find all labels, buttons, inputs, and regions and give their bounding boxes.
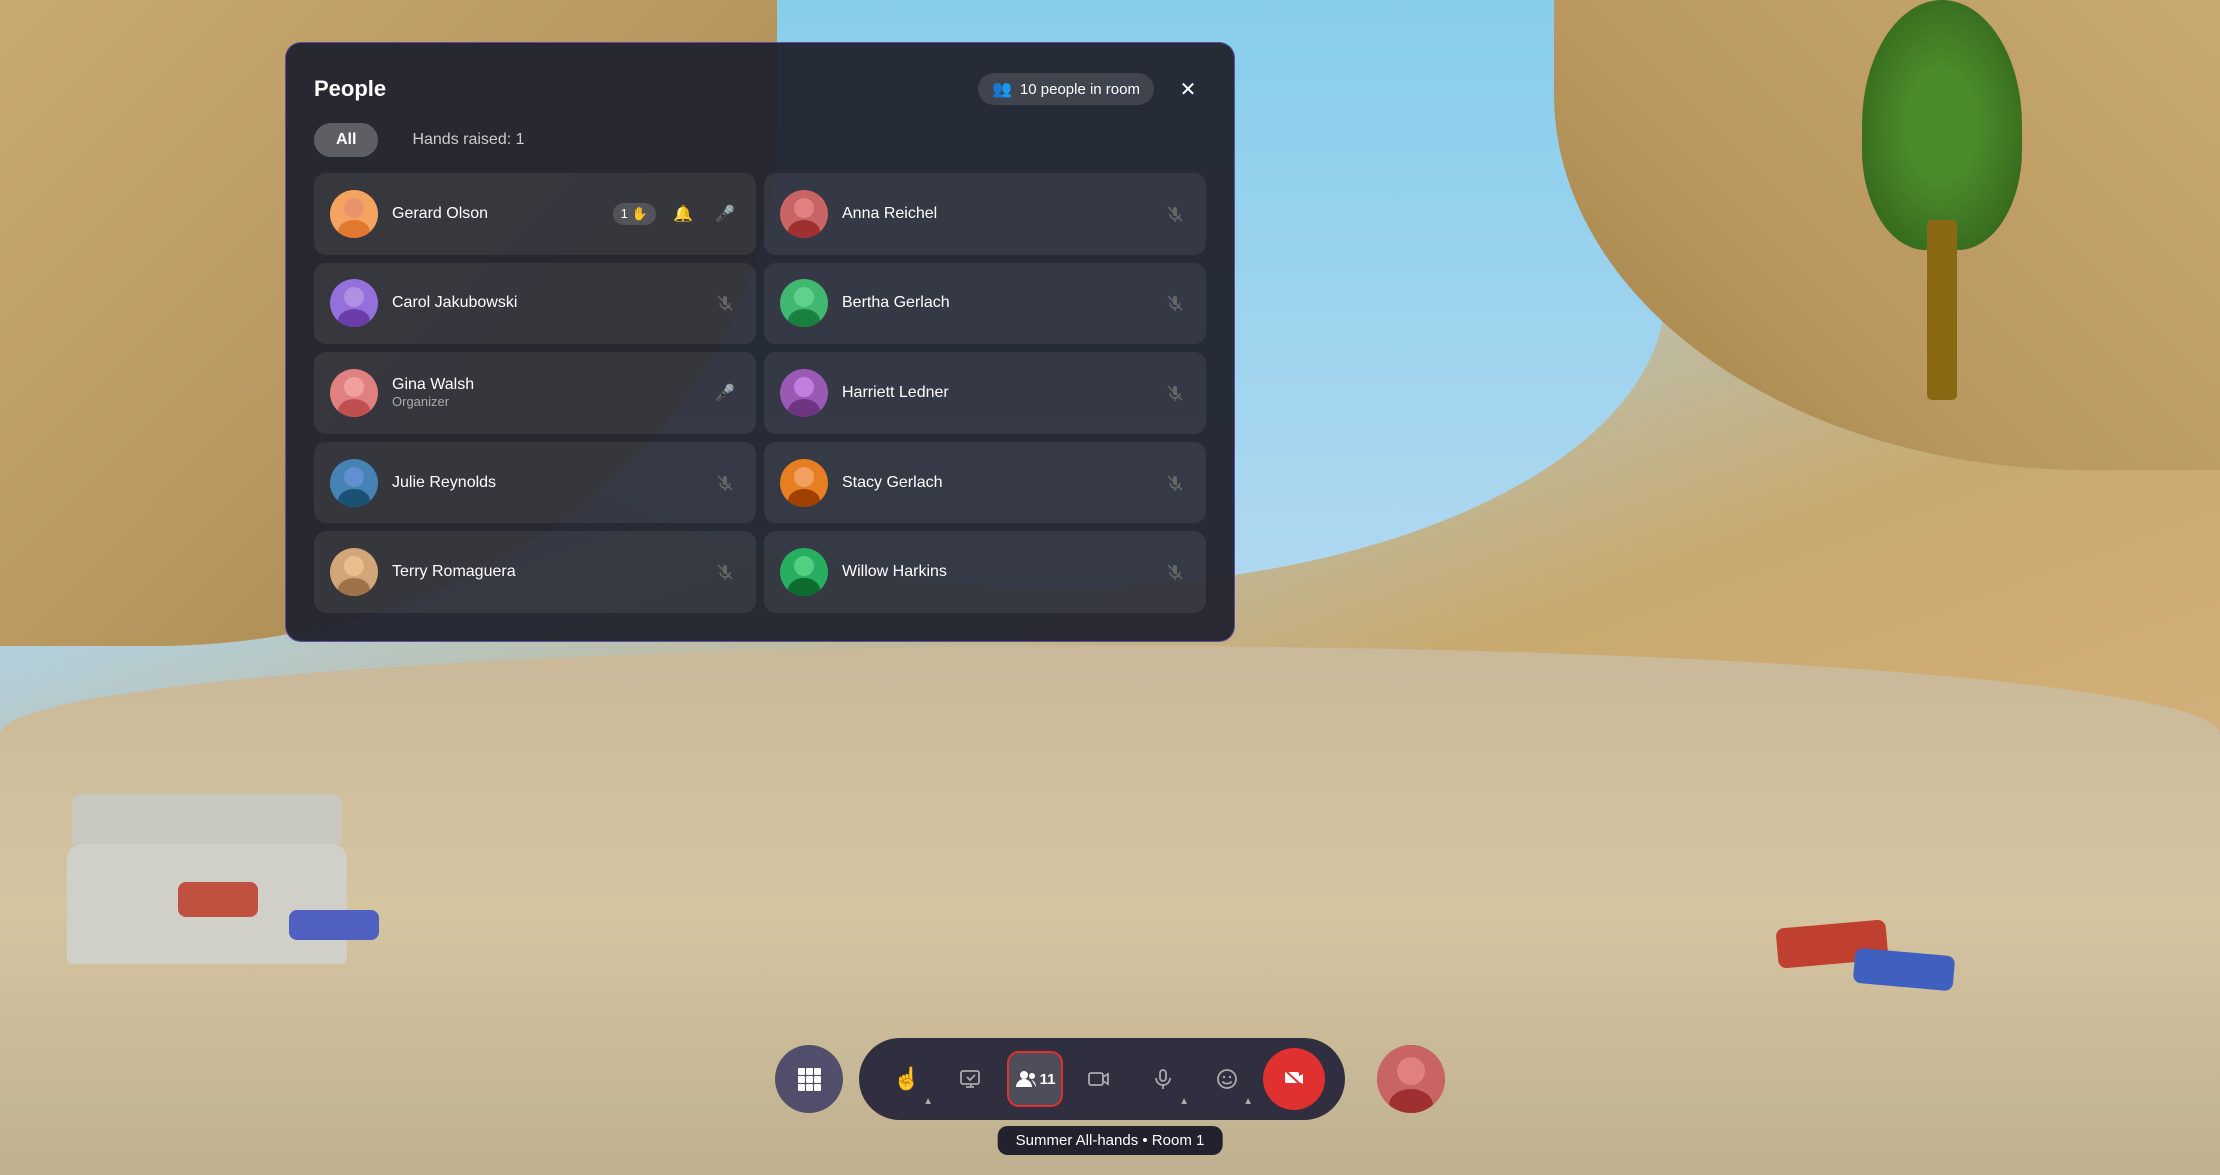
person-name-willow: Willow Harkins (842, 563, 1146, 581)
hand-badge-gerard: 1 ✋ (613, 203, 656, 225)
person-name-stacy: Stacy Gerlach (842, 474, 1146, 492)
mic-icon-bertha[interactable] (1160, 288, 1190, 318)
person-role-gina: Organizer (392, 394, 696, 409)
mic-icon-harriett[interactable] (1160, 378, 1190, 408)
person-card-harriett[interactable]: Harriett Ledner (764, 352, 1206, 434)
present-button[interactable] (943, 1051, 999, 1107)
person-info-willow: Willow Harkins (842, 563, 1146, 581)
person-name-anna: Anna Reichel (842, 205, 1146, 223)
room-tooltip-text: Summer All-hands • Room 1 (1016, 1132, 1205, 1149)
person-actions-gina: 🎤 (710, 378, 740, 408)
avatar-anna (780, 190, 828, 238)
mic-icon-anna[interactable] (1160, 199, 1190, 229)
person-actions-carol (710, 288, 740, 318)
mic-icon-willow[interactable] (1160, 557, 1190, 587)
person-actions-gerard: 1 ✋ 🔔 🎤 (613, 199, 740, 229)
person-info-stacy: Stacy Gerlach (842, 474, 1146, 492)
person-card-bertha[interactable]: Bertha Gerlach (764, 263, 1206, 345)
people-count-badge: 11 (1040, 1071, 1056, 1088)
avatar-gina (330, 369, 378, 417)
person-card-willow[interactable]: Willow Harkins (764, 531, 1206, 613)
person-actions-willow (1160, 557, 1190, 587)
person-card-gina[interactable]: Gina Walsh Organizer 🎤 (314, 352, 756, 434)
panel-header: People 👥 10 people in room ✕ (314, 71, 1206, 107)
filter-tabs: All Hands raised: 1 (314, 123, 1206, 157)
panel-header-right: 👥 10 people in room ✕ (978, 71, 1206, 107)
avatar-gerard (330, 190, 378, 238)
person-name-bertha: Bertha Gerlach (842, 294, 1146, 312)
avatar-bertha (780, 279, 828, 327)
raise-hand-button[interactable]: ☝️ ▲ (879, 1051, 935, 1107)
bg-cushion-red (178, 882, 258, 917)
person-name-harriett: Harriett Ledner (842, 384, 1146, 402)
person-name-carol: Carol Jakubowski (392, 294, 696, 312)
person-info-carol: Carol Jakubowski (392, 294, 696, 312)
person-card-anna[interactable]: Anna Reichel (764, 173, 1206, 255)
people-count-icon: 👥 (992, 79, 1012, 99)
person-actions-bertha (1160, 288, 1190, 318)
bell-icon-gerard[interactable]: 🔔 (668, 199, 698, 229)
person-card-julie[interactable]: Julie Reynolds (314, 442, 756, 524)
end-call-button[interactable] (1263, 1048, 1325, 1110)
people-grid: Gerard Olson 1 ✋ 🔔 🎤 Anna Reichel (314, 173, 1206, 613)
self-avatar[interactable] (1377, 1045, 1445, 1113)
person-info-harriett: Harriett Ledner (842, 384, 1146, 402)
person-actions-anna (1160, 199, 1190, 229)
person-name-gerard: Gerard Olson (392, 205, 599, 223)
person-name-julie: Julie Reynolds (392, 474, 696, 492)
mic-icon-carol[interactable] (710, 288, 740, 318)
person-info-julie: Julie Reynolds (392, 474, 696, 492)
bg-cushion-blue (289, 910, 379, 940)
room-tooltip: Summer All-hands • Room 1 (998, 1126, 1223, 1155)
panel-title: People (314, 76, 386, 102)
person-name-gina: Gina Walsh (392, 376, 696, 394)
avatar-julie (330, 459, 378, 507)
person-card-terry[interactable]: Terry Romaguera (314, 531, 756, 613)
person-name-terry: Terry Romaguera (392, 563, 696, 581)
people-button[interactable]: 11 (1007, 1051, 1063, 1107)
person-actions-stacy (1160, 468, 1190, 498)
people-count-text: 10 people in room (1020, 81, 1140, 98)
avatar-harriett (780, 369, 828, 417)
mic-icon-terry[interactable] (710, 557, 740, 587)
mic-icon-gina[interactable]: 🎤 (710, 378, 740, 408)
avatar-willow (780, 548, 828, 596)
mic-icon-gerard[interactable]: 🎤 (710, 199, 740, 229)
toolbar-main: ☝️ ▲ 11 (859, 1038, 1345, 1120)
person-info-anna: Anna Reichel (842, 205, 1146, 223)
apps-button[interactable] (775, 1045, 843, 1113)
mic-button[interactable]: ▲ (1135, 1051, 1191, 1107)
person-card-gerard[interactable]: Gerard Olson 1 ✋ 🔔 🎤 (314, 173, 756, 255)
person-card-stacy[interactable]: Stacy Gerlach (764, 442, 1206, 524)
close-button[interactable]: ✕ (1170, 71, 1206, 107)
avatar-carol (330, 279, 378, 327)
people-count-badge: 👥 10 people in room (978, 73, 1154, 105)
person-actions-julie (710, 468, 740, 498)
people-panel: People 👥 10 people in room ✕ All Hands r… (285, 42, 1235, 642)
person-card-carol[interactable]: Carol Jakubowski (314, 263, 756, 345)
avatar-terry (330, 548, 378, 596)
person-actions-harriett (1160, 378, 1190, 408)
bg-tree (1842, 0, 2042, 400)
emoji-button[interactable]: ▲ (1199, 1051, 1255, 1107)
person-actions-terry (710, 557, 740, 587)
person-info-gerard: Gerard Olson (392, 205, 599, 223)
toolbar: ☝️ ▲ 11 (775, 1038, 1445, 1120)
person-info-terry: Terry Romaguera (392, 563, 696, 581)
avatar-stacy (780, 459, 828, 507)
camera-button[interactable] (1071, 1051, 1127, 1107)
tab-hands-raised[interactable]: Hands raised: 1 (390, 123, 546, 157)
mic-icon-julie[interactable] (710, 468, 740, 498)
tab-all[interactable]: All (314, 123, 378, 157)
person-info-gina: Gina Walsh Organizer (392, 376, 696, 409)
person-info-bertha: Bertha Gerlach (842, 294, 1146, 312)
mic-icon-stacy[interactable] (1160, 468, 1190, 498)
